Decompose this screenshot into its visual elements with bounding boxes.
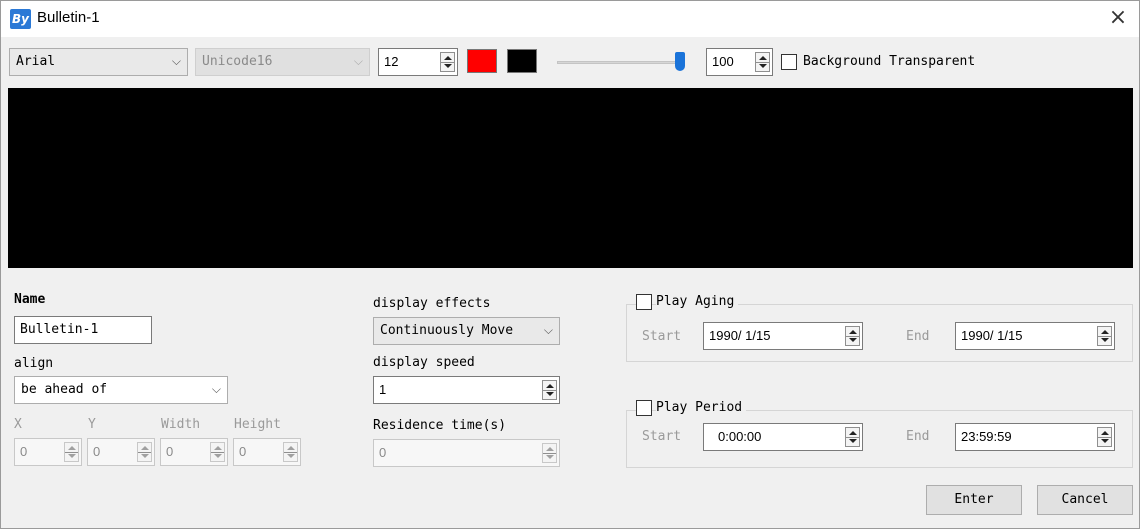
cancel-button[interactable]: Cancel: [1037, 485, 1133, 515]
width-stepper[interactable]: 0: [160, 438, 228, 466]
opacity-slider-track[interactable]: [557, 61, 685, 64]
encoding-select-value: Unicode16: [202, 54, 273, 69]
spin-buttons[interactable]: [845, 326, 860, 346]
residence-time-label: Residence time(s): [373, 418, 507, 433]
chevron-down-icon: ⌵: [543, 323, 553, 337]
spin-buttons[interactable]: [283, 442, 298, 462]
spin-buttons[interactable]: [137, 442, 152, 462]
play-period-checkbox[interactable]: [636, 400, 652, 416]
font-size-value: 12: [384, 54, 399, 69]
display-effects-label: display effects: [373, 296, 491, 311]
close-icon[interactable]: ×: [1105, 5, 1131, 31]
residence-time-stepper[interactable]: 0: [373, 439, 560, 467]
name-input-value: Bulletin-1: [20, 322, 99, 337]
height-label: Height: [234, 417, 281, 432]
window-title: Bulletin-1: [37, 9, 100, 26]
font-size-stepper[interactable]: 12: [378, 48, 458, 76]
encoding-select[interactable]: Unicode16 ⌵: [195, 48, 370, 76]
spin-buttons[interactable]: [845, 427, 860, 447]
align-label: align: [14, 356, 54, 371]
spin-buttons[interactable]: [1097, 326, 1112, 346]
spin-buttons[interactable]: [1097, 427, 1112, 447]
display-effects-select[interactable]: Continuously Move ⌵: [373, 317, 560, 345]
opacity-slider-thumb[interactable]: [675, 52, 685, 71]
properties-panel: Name Bulletin-1 align be ahead of ⌵ X Y …: [8, 284, 1133, 474]
chevron-down-icon: ⌵: [211, 382, 221, 396]
opacity-value: 100: [712, 54, 734, 69]
period-start-time[interactable]: 0:00:00: [703, 423, 863, 451]
text-color-swatch[interactable]: [467, 49, 497, 73]
play-period-label: Play Period: [656, 400, 747, 415]
opacity-stepper[interactable]: 100: [706, 48, 773, 76]
font-select[interactable]: Arial ⌵: [9, 48, 188, 76]
y-label: Y: [88, 417, 96, 432]
toolbar: Arial ⌵ Unicode16 ⌵ 12 100 Background Tr…: [2, 38, 1138, 88]
height-value: 0: [239, 444, 247, 459]
chevron-down-icon: ⌵: [353, 54, 363, 68]
enter-button[interactable]: Enter: [926, 485, 1022, 515]
aging-start-label: Start: [642, 329, 682, 344]
background-transparent-label: Background Transparent: [803, 54, 976, 69]
background-color-swatch[interactable]: [507, 49, 537, 73]
align-select[interactable]: be ahead of ⌵: [14, 376, 228, 404]
spin-buttons[interactable]: [210, 442, 225, 462]
y-value: 0: [93, 444, 101, 459]
font-select-value: Arial: [16, 54, 56, 69]
title-bar: By Bulletin-1 ×: [1, 1, 1139, 37]
period-end-value: 23:59:59: [961, 429, 1012, 444]
width-value: 0: [166, 444, 174, 459]
aging-end-label: End: [906, 329, 930, 344]
bulletin-dialog: By Bulletin-1 × Arial ⌵ Unicode16 ⌵ 12 1…: [0, 0, 1140, 529]
spin-buttons[interactable]: [64, 442, 79, 462]
aging-end-value: 1990/ 1/15: [961, 328, 1023, 343]
align-select-value: be ahead of: [21, 382, 108, 397]
aging-end-date[interactable]: 1990/ 1/15: [955, 322, 1115, 350]
background-transparent-checkbox[interactable]: [781, 54, 797, 70]
spin-buttons[interactable]: [542, 443, 557, 463]
play-aging-label: Play Aging: [656, 294, 739, 309]
display-speed-stepper[interactable]: 1: [373, 376, 560, 404]
chevron-down-icon: ⌵: [171, 54, 181, 68]
period-start-label: Start: [642, 429, 682, 444]
name-label: Name: [14, 292, 46, 307]
y-stepper[interactable]: 0: [87, 438, 155, 466]
period-end-label: End: [906, 429, 930, 444]
display-speed-label: display speed: [373, 355, 475, 370]
x-label: X: [14, 417, 22, 432]
aging-start-date[interactable]: 1990/ 1/15: [703, 322, 863, 350]
app-logo-icon: By: [10, 9, 31, 29]
period-start-value: 0:00:00: [718, 429, 762, 444]
x-value: 0: [20, 444, 28, 459]
display-speed-value: 1: [379, 382, 387, 397]
width-label: Width: [161, 417, 201, 432]
residence-time-value: 0: [379, 445, 387, 460]
spin-buttons[interactable]: [755, 52, 770, 72]
display-effects-value: Continuously Move: [380, 323, 514, 338]
spin-buttons[interactable]: [542, 380, 557, 400]
preview-area: [8, 88, 1133, 268]
period-end-time[interactable]: 23:59:59: [955, 423, 1115, 451]
aging-start-value: 1990/ 1/15: [709, 328, 771, 343]
spin-buttons[interactable]: [440, 52, 455, 72]
x-stepper[interactable]: 0: [14, 438, 82, 466]
play-aging-checkbox[interactable]: [636, 294, 652, 310]
name-input[interactable]: Bulletin-1: [14, 316, 152, 344]
height-stepper[interactable]: 0: [233, 438, 301, 466]
